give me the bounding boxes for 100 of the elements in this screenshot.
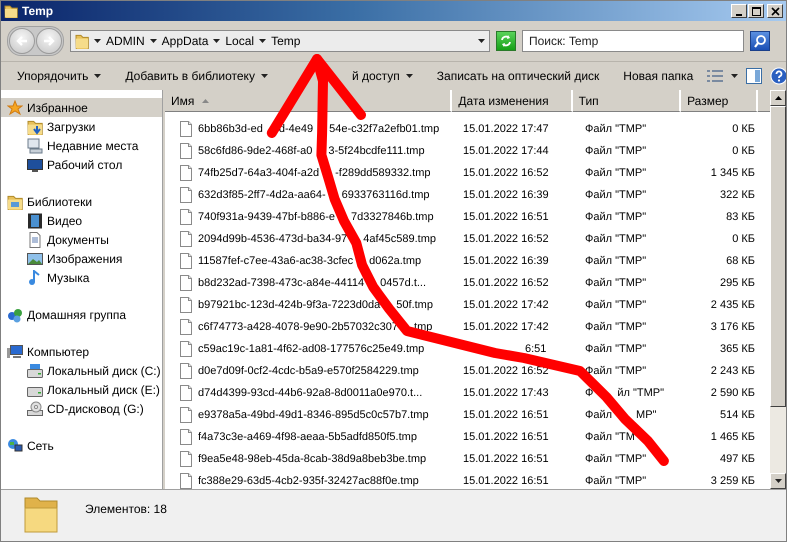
star-icon	[7, 100, 23, 116]
search-field[interactable]: Поиск: Temp	[522, 30, 744, 52]
minimize-button[interactable]	[731, 4, 747, 18]
scroll-down-button[interactable]	[770, 473, 786, 489]
sidebar-item[interactable]: Документы	[1, 230, 162, 249]
column-header[interactable]: Тип	[572, 90, 682, 112]
table-cell-text: 15.01.2022 16:51	[462, 431, 550, 443]
table-cell-text: Файл "TMP"	[584, 211, 648, 223]
breadcrumb-item[interactable]: Local	[225, 34, 254, 48]
table-cell-text: 15.01.2022 16:39	[462, 255, 550, 267]
file-name[interactable]: e9378a5a-49bd-49d1-8346-895d5c0c57b7.tmp	[198, 409, 429, 421]
sidebar-item[interactable]: CD-дисковод (G:)	[1, 399, 162, 418]
table-cell-text: 365 КБ	[718, 343, 756, 355]
sidebar-item[interactable]: Домашняя группа	[1, 305, 162, 324]
toolbar-button[interactable]: Добавить в библиотеку	[115, 66, 278, 86]
file-name[interactable]: d74d4399-93cd-44b6-92a8-8d0011a0e970.t...	[198, 387, 422, 399]
file-name[interactable]: 632d3f85-2ff7-4d2a-aa64- 6933763116d.tmp	[198, 189, 430, 201]
toolbar-button[interactable]: Упорядочить	[7, 66, 112, 86]
breadcrumb-item[interactable]: AppData	[162, 34, 208, 48]
sidebar-item[interactable]: Загрузки	[1, 117, 162, 136]
file-name[interactable]: f9ea5e48-98eb-45da-8cab-38d9a8beb3be.tmp	[198, 453, 426, 465]
computer-icon	[27, 138, 43, 154]
file-name[interactable]: 11587fef-c7ee-43a6-ac38-3cfec d062a.tmp	[198, 255, 422, 267]
table-cell-text: Файл "TMP"	[584, 233, 648, 245]
toolbar-button[interactable]: Новая папка	[613, 66, 704, 86]
file-icon	[179, 363, 193, 379]
maximize-button[interactable]	[748, 4, 764, 18]
caret-icon[interactable]	[478, 39, 485, 43]
scrollbar[interactable]	[770, 90, 786, 489]
table-cell-text: Файл "TM	[584, 431, 636, 443]
table-cell-text: Файл "TMP"	[584, 299, 648, 311]
breadcrumb-item[interactable]: ADMIN	[106, 34, 145, 48]
table-cell-text: Файл "TMP"	[584, 277, 648, 289]
table-cell-text: 15.01.2022 17:42	[462, 321, 550, 333]
forward-button[interactable]	[36, 28, 62, 54]
forward-arrow-icon	[42, 34, 56, 48]
sidebar-item[interactable]: Сеть	[1, 436, 162, 455]
sidebar-item[interactable]: Видео	[1, 211, 162, 230]
film-icon	[27, 212, 43, 228]
close-icon[interactable]	[770, 6, 780, 16]
sidebar-item[interactable]: Музыка	[1, 268, 162, 287]
back-arrow-icon	[15, 34, 29, 48]
file-name[interactable]: fc388e29-63d5-4cb2-935f-32427ac88f0e.tmp	[198, 475, 419, 487]
sidebar-item[interactable]: Недавние места	[1, 136, 162, 155]
maximize-icon[interactable]	[752, 6, 760, 16]
picture-icon	[27, 250, 43, 266]
table-cell-text: 0 КБ	[731, 233, 756, 245]
down-arrow-icon[interactable]	[774, 479, 782, 483]
sidebar-item[interactable]: Компьютер	[1, 342, 162, 361]
scroll-thumb[interactable]	[770, 106, 786, 407]
toolbar-button[interactable]: Записать на оптический диск	[426, 66, 610, 86]
close-button[interactable]	[767, 4, 783, 18]
file-icon	[179, 385, 193, 401]
item-count: Элементов: 18	[85, 502, 167, 516]
table-cell-text: 15.01.2022 17:43	[462, 387, 550, 399]
breadcrumb-item[interactable]: Temp	[271, 34, 300, 48]
address-bar[interactable]: ADMIN AppData Local Temp	[70, 30, 490, 52]
sidebar-item[interactable]: Локальный диск (E:)	[1, 380, 162, 399]
table-cell-text: Файл "TMP"	[584, 321, 648, 333]
file-name[interactable]: d0e7d09f-0cf2-4cdc-b5a9-e570f2584229.tmp	[198, 365, 419, 377]
sidebar-item[interactable]: Избранное	[1, 98, 162, 117]
table-cell-text: 15.01.2022 16:52	[462, 167, 550, 179]
sidebar-item[interactable]: Изображения	[1, 249, 162, 268]
drive-icon	[27, 362, 43, 378]
file-name[interactable]: 74fb25d7-64a3-404f-a2d -f289dd589332.tmp	[198, 167, 431, 179]
table-cell-text: 0 КБ	[731, 123, 756, 135]
back-button[interactable]	[9, 28, 35, 54]
file-icon	[179, 253, 193, 269]
caret-icon	[259, 39, 266, 43]
table-cell-text: 514 КБ	[718, 409, 756, 421]
sidebar-item[interactable]: Рабочий стол	[1, 155, 162, 174]
file-icon	[179, 407, 193, 423]
column-header[interactable]: Размер	[681, 90, 758, 112]
people-icon	[7, 306, 23, 322]
help-icon[interactable]	[770, 67, 786, 85]
search-button[interactable]	[750, 31, 770, 51]
file-name[interactable]: f4a73c3e-a469-4f98-aeaa-5b5adfd850f5.tmp	[198, 431, 417, 443]
table-cell-text: 15.01.2022 16:51	[462, 211, 550, 223]
caret-icon[interactable]	[731, 74, 738, 78]
column-header[interactable]: Дата изменения	[452, 90, 573, 112]
file-name[interactable]: 58c6fd86-9de2-468f-a0 3-5f24bcdfe111.tmp	[198, 145, 425, 157]
file-name[interactable]: 6bb86b3d-ed d-4e49 54e-c32f7a2efb01.tmp	[198, 123, 440, 135]
document-icon	[27, 232, 43, 248]
table-cell-text: 1 465 КБ	[710, 431, 756, 443]
file-name[interactable]: b97921bc-123d-424b-9f3a-7223d0da 50f.tmp	[198, 299, 433, 311]
sidebar-item[interactable]: Библиотеки	[1, 192, 162, 211]
file-name[interactable]: 2094d99b-4536-473d-ba34-97 4af45c589.tmp	[198, 233, 436, 245]
sidebar-item[interactable]: Локальный диск (C:)	[1, 361, 162, 380]
file-name[interactable]: b8d232ad-7398-473c-a84e-44114 0457d.t...	[198, 277, 426, 289]
toolbar-button[interactable]: й доступ	[282, 66, 423, 86]
file-icon	[179, 231, 193, 247]
preview-pane-icon[interactable]	[746, 68, 762, 84]
file-name[interactable]: 740f931a-9439-47bf-b886-e 7d3327846b.tmp	[198, 211, 434, 223]
table-cell-text: 68 КБ	[725, 255, 756, 267]
scroll-up-button[interactable]	[770, 90, 786, 106]
file-icon	[179, 143, 193, 159]
refresh-button[interactable]	[496, 31, 516, 51]
file-name[interactable]: c59ac19c-1a81-4f62-ad08-177576c25e49.tmp	[198, 343, 424, 355]
column-header[interactable]: Имя	[165, 90, 452, 112]
file-icon	[179, 121, 193, 137]
